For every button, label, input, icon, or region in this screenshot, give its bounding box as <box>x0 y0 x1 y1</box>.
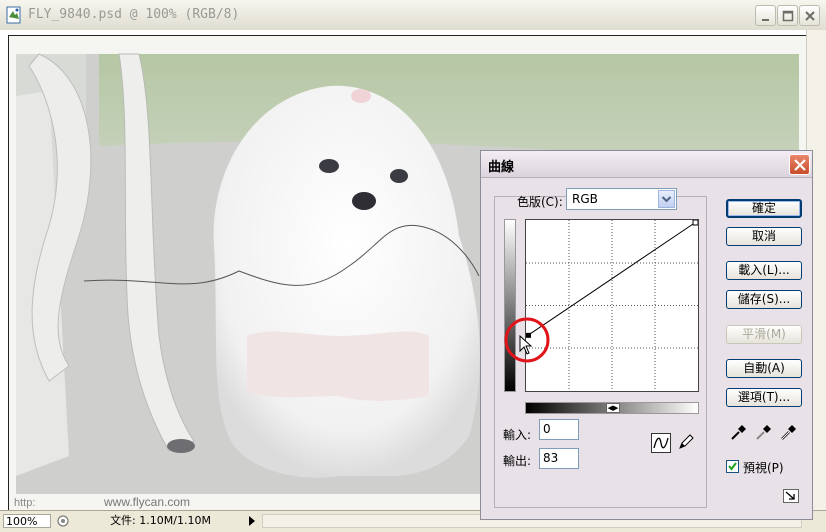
close-button[interactable] <box>799 5 820 26</box>
curves-dialog: 曲線 色版(C): RGB ◀▶ 輸入: 0 輸出: 83 確定 取消 載入(L… <box>480 150 813 520</box>
output-gradient-bar <box>504 219 516 392</box>
input-field[interactable]: 0 <box>539 419 579 440</box>
checkmark-icon <box>728 462 737 471</box>
input-label: 輸入: <box>503 428 532 442</box>
close-icon <box>794 159 806 171</box>
ok-button[interactable]: 確定 <box>726 199 802 218</box>
save-button[interactable]: 儲存(S)... <box>726 290 802 309</box>
curve-point-1[interactable] <box>692 219 699 226</box>
chevron-down-icon <box>661 196 672 203</box>
status-menu-icon[interactable] <box>55 514 71 528</box>
maximize-button[interactable] <box>777 5 798 26</box>
maximize-icon <box>782 10 794 22</box>
document-size: 文件: 1.10M/1.10M <box>110 514 211 527</box>
status-arrow-icon[interactable] <box>247 515 257 527</box>
preview-checkbox[interactable] <box>726 460 739 473</box>
pencil-icon <box>679 434 694 449</box>
close-icon <box>805 11 815 21</box>
dialog-title: 曲線 <box>488 160 515 175</box>
white-eyedropper-icon[interactable] <box>780 423 798 441</box>
curve-tool-icon <box>653 437 669 449</box>
grid-lines <box>526 220 698 391</box>
window-title: FLY_9840.psd @ 100% (RGB/8) <box>28 7 240 22</box>
curve-grid[interactable] <box>526 219 699 391</box>
channel-select[interactable]: RGB <box>566 188 677 210</box>
curve-line[interactable] <box>527 221 697 336</box>
minimize-icon <box>762 19 769 21</box>
auto-button[interactable]: 自動(A) <box>726 359 802 378</box>
dialog-title-bar[interactable]: 曲線 <box>481 151 812 178</box>
curve-graph[interactable] <box>525 219 699 392</box>
minimize-button[interactable] <box>755 5 776 26</box>
input-gradient-bar: ◀▶ <box>525 402 699 414</box>
channel-value: RGB <box>572 192 598 206</box>
photoshop-document-icon <box>6 6 21 24</box>
gradient-toggle-button[interactable]: ◀▶ <box>606 403 620 413</box>
curve-tool-button[interactable] <box>651 433 671 453</box>
gray-eyedropper-icon[interactable] <box>755 423 773 441</box>
pencil-tool-button[interactable] <box>677 433 697 453</box>
black-eyedropper-icon[interactable] <box>730 423 748 441</box>
channel-dropdown-button[interactable] <box>658 190 675 208</box>
preview-label: 預視(P) <box>743 461 784 475</box>
output-label: 輸出: <box>503 454 532 468</box>
mouse-cursor-icon <box>519 335 533 355</box>
smooth-button[interactable]: 平滑(M) <box>726 325 802 344</box>
load-button[interactable]: 載入(L)... <box>726 261 802 280</box>
cancel-button[interactable]: 取消 <box>726 227 802 246</box>
expand-dialog-icon[interactable] <box>783 489 799 503</box>
title-bar[interactable]: FLY_9840.psd @ 100% (RGB/8) <box>0 0 826 31</box>
output-field[interactable]: 83 <box>539 448 579 469</box>
dialog-close-button[interactable] <box>789 154 810 175</box>
channel-label: 色版(C): <box>517 195 563 209</box>
options-button[interactable]: 選項(T)... <box>726 388 802 407</box>
zoom-field[interactable]: 100% <box>3 514 51 528</box>
watermark-url: http: <box>14 497 35 509</box>
watermark-site: www.flycan.com <box>103 495 190 509</box>
